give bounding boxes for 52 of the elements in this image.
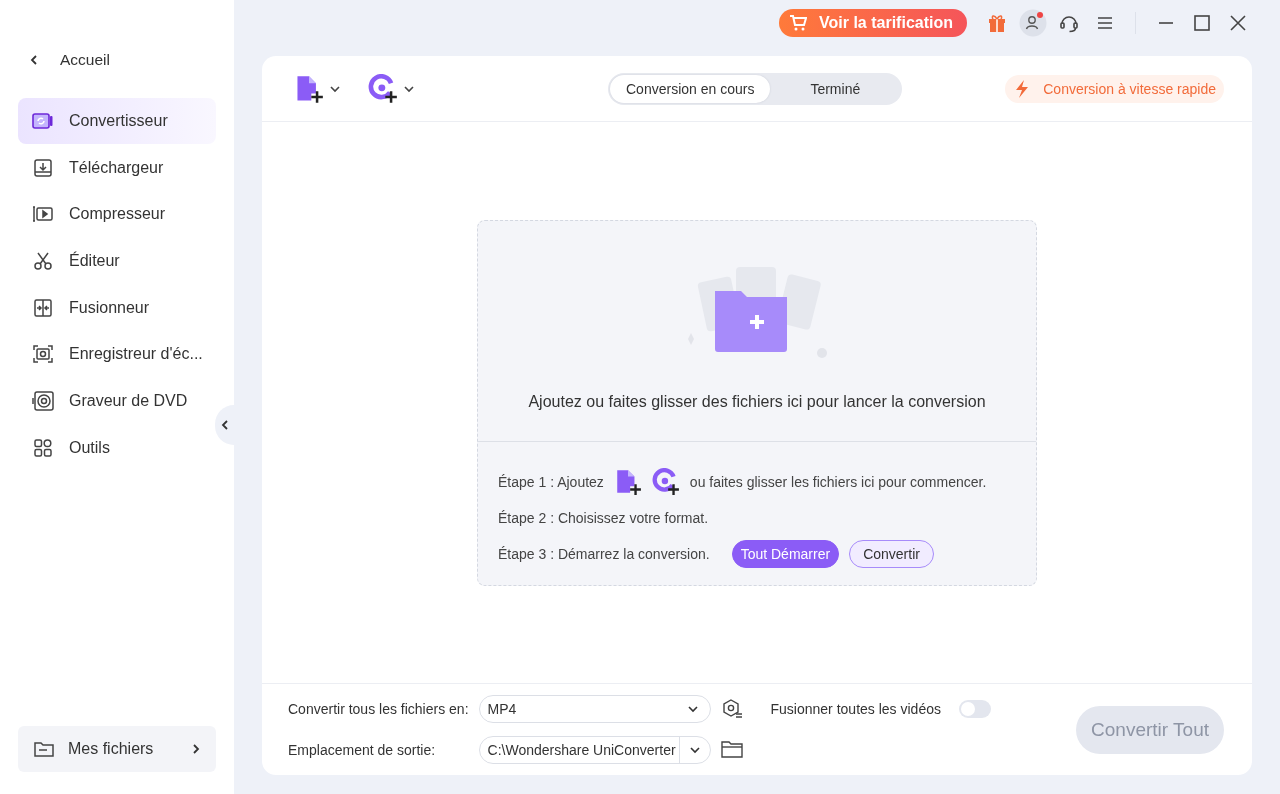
step-text: Étape 3 : Démarrez la conversion. bbox=[498, 545, 710, 562]
sidebar-item[interactable]: Enregistreur d'éc... bbox=[18, 331, 216, 378]
converter-icon bbox=[32, 112, 54, 130]
settings-icon[interactable] bbox=[720, 697, 743, 720]
convert-button[interactable]: Convertir bbox=[849, 539, 934, 568]
sidebar-item[interactable]: Compresseur bbox=[18, 191, 216, 238]
folder-icon[interactable] bbox=[720, 739, 743, 758]
caret-down-icon[interactable] bbox=[404, 84, 414, 93]
screen-record-icon bbox=[32, 344, 54, 365]
my-files-button[interactable]: Mes fichiers bbox=[18, 726, 216, 772]
menu-icon[interactable] bbox=[1097, 15, 1113, 30]
folder-icon bbox=[34, 741, 54, 757]
field-label: Emplacement de sortie: bbox=[288, 742, 437, 759]
drop-zone[interactable] bbox=[477, 219, 1037, 586]
field-label: Convertir tous les fichiers en: bbox=[288, 700, 469, 717]
close-icon[interactable] bbox=[1230, 14, 1246, 31]
caret-down-icon[interactable] bbox=[330, 84, 340, 93]
add-disc-icon[interactable] bbox=[651, 467, 680, 496]
chevron-right-icon bbox=[192, 744, 200, 754]
output-path-dropdown[interactable]: C:\Wondershare UniConverter bbox=[478, 736, 711, 765]
scissors-icon bbox=[33, 251, 53, 272]
sidebar-item[interactable]: Éditeur bbox=[18, 238, 216, 285]
step-text: Étape 2 : Choisissez votre format. bbox=[498, 509, 709, 526]
caret-down-icon bbox=[689, 746, 700, 755]
merge-toggle[interactable] bbox=[958, 699, 991, 718]
step-text: Étape 1 : Ajoutez bbox=[498, 473, 604, 490]
download-tray-icon bbox=[33, 157, 53, 178]
add-file-icon[interactable] bbox=[294, 73, 324, 104]
sidebar-item[interactable]: Téléchargeur bbox=[18, 144, 216, 191]
sidebar-item[interactable]: Graveur de DVD bbox=[18, 378, 216, 425]
maximize-icon[interactable] bbox=[1194, 14, 1210, 31]
grid-icon bbox=[33, 437, 53, 458]
sidebar-item[interactable]: Fusionneur bbox=[18, 284, 216, 331]
video-frame-icon bbox=[32, 205, 54, 224]
drop-prompt: Ajoutez ou faites glisser des fichiers ici pour lancer la conversion bbox=[528, 392, 986, 411]
merge-icon bbox=[33, 297, 53, 318]
collapse-handle[interactable] bbox=[215, 405, 234, 445]
back-link[interactable]: Accueil bbox=[30, 40, 216, 80]
cart-icon bbox=[789, 14, 808, 31]
start-all-button[interactable]: Tout Démarrer bbox=[731, 539, 840, 568]
sidebar-item[interactable]: Outils bbox=[18, 424, 216, 471]
tab[interactable]: Terminé bbox=[770, 75, 901, 103]
gift-icon[interactable] bbox=[987, 12, 1007, 33]
format-dropdown[interactable]: MP4 bbox=[478, 694, 711, 723]
step-text: ou faites glisser les fichiers ici pour commencer. bbox=[689, 473, 987, 490]
chevron-left-icon bbox=[30, 55, 38, 65]
caret-down-icon bbox=[687, 704, 698, 713]
add-disc-icon[interactable] bbox=[368, 73, 398, 104]
tab[interactable]: Conversion en cours bbox=[610, 75, 771, 103]
sidebar-item[interactable]: Convertisseur bbox=[18, 98, 216, 144]
merge-label: Fusionner toutes les vidéos bbox=[770, 700, 941, 717]
user-avatar-icon[interactable] bbox=[1019, 8, 1047, 37]
